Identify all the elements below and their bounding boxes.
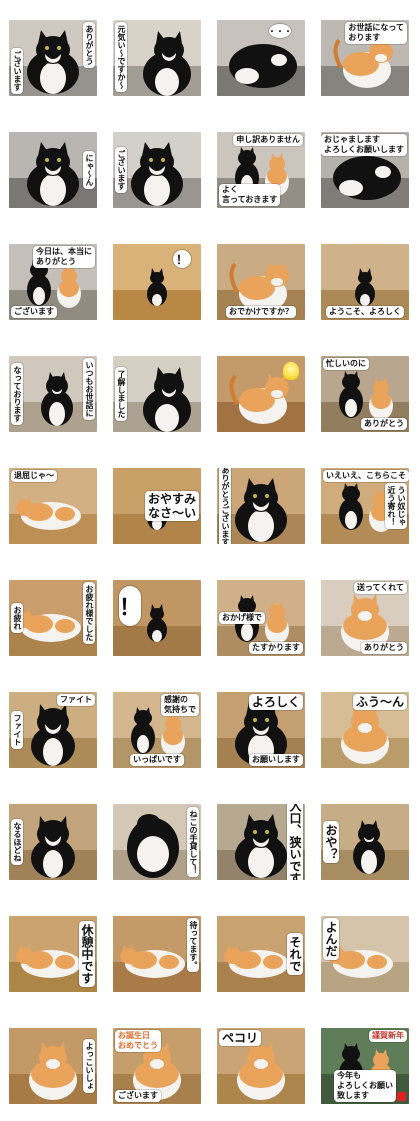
sticker-caption: お疲れ様でした xyxy=(83,582,95,644)
sticker-caption: 謹賀新年 xyxy=(369,1030,407,1042)
sticker-25[interactable]: ファイト ファイト xyxy=(9,692,97,768)
sticker-1[interactable]: ありがとうございます xyxy=(9,20,97,96)
sticker-caption: ありがとうございます xyxy=(219,468,231,544)
sticker-26[interactable]: 感謝の 気持ちでいっぱいです xyxy=(113,692,201,768)
sticker-39[interactable]: ペコリ xyxy=(217,1028,305,1104)
sticker-40[interactable]: 謹賀新年今年も よろしくお願い 致します xyxy=(321,1028,409,1104)
sticker-caption: お世話になって おります xyxy=(345,22,407,44)
sticker-28[interactable]: ふう～ん xyxy=(321,692,409,768)
sticker-10[interactable]: ！ xyxy=(113,244,201,320)
red-seal-stamp xyxy=(397,1092,406,1101)
sticker-caption: ファイト xyxy=(11,711,23,749)
sticker-caption: よっこいしょ xyxy=(83,1039,95,1093)
sticker-caption: いっぱいです xyxy=(130,754,184,766)
sticker-caption: おやすみ なさ～い xyxy=(144,491,199,521)
sticker-caption: 今日は、本当に ありがとう xyxy=(33,246,95,268)
sticker-caption: たすかります xyxy=(249,642,303,654)
sticker-35[interactable]: それで xyxy=(217,916,305,992)
sticker-36[interactable]: よんだ xyxy=(321,916,409,992)
sticker-27[interactable]: よろしくお願いします xyxy=(217,692,305,768)
sticker-caption: 送ってくれて xyxy=(353,582,407,594)
sticker-caption: ファイト xyxy=(57,694,95,706)
speech-bubble: ！ xyxy=(173,250,191,268)
sticker-caption: お誕生日 おめでとう xyxy=(115,1030,161,1052)
sticker-caption: お疲れ xyxy=(11,603,23,633)
sticker-19[interactable]: ありがとうございます xyxy=(217,468,305,544)
sticker-caption: それで xyxy=(287,933,303,975)
sticker-caption: 申し訳ありません xyxy=(233,134,303,146)
sticker-21[interactable]: お疲れ様でした お疲れ xyxy=(9,580,97,656)
sticker-caption: 了解しました xyxy=(115,367,127,421)
sticker-caption: よろしく xyxy=(248,694,303,710)
sticker-caption: ございます xyxy=(11,306,57,318)
sticker-caption: おかげ様で xyxy=(219,612,265,624)
sticker-9[interactable]: 今日は、本当に ありがとうございます xyxy=(9,244,97,320)
speech-bubble: ！ xyxy=(119,586,141,626)
sticker-caption: ペコリ xyxy=(219,1030,262,1046)
sticker-caption: いつもお世話に xyxy=(83,358,95,420)
sticker-caption: お願いします xyxy=(249,754,303,766)
sticker-caption: 退屈じゃ～ xyxy=(11,470,57,482)
sticker-3[interactable]: ・・・ xyxy=(217,20,305,96)
sticker-caption: ねこの手貸して！ xyxy=(187,807,199,877)
sticker-caption: 忙しいのに xyxy=(323,358,369,370)
sticker-caption: なっております xyxy=(11,363,23,425)
sticker-caption: 待ってます。 xyxy=(187,918,199,972)
sticker-caption: ありがとう xyxy=(361,642,407,654)
sticker-24[interactable]: 送ってくれてありがとう xyxy=(321,580,409,656)
sticker-grid: ありがとう ございます 元気い～ですか～ ・・・ お世話になって おります にゃ… xyxy=(0,0,420,1121)
sticker-20[interactable]: いえいえ、こちらこそ うい奴じゃ 近う寄れ！ xyxy=(321,468,409,544)
sticker-38[interactable]: お誕生日 おめでとうございます xyxy=(113,1028,201,1104)
sticker-12[interactable]: ようこそ、よろしく xyxy=(321,244,409,320)
sticker-11[interactable]: おでかけですか？ xyxy=(217,244,305,320)
sticker-8[interactable]: おじゃまします よろしくお願いします xyxy=(321,132,409,208)
sticker-13[interactable]: いつもお世話に なっております xyxy=(9,356,97,432)
sticker-caption: ありがとう xyxy=(83,22,95,68)
sticker-caption: 今年も よろしくお願い 致します xyxy=(334,1070,396,1102)
sticker-7[interactable]: 申し訳ありませんよく 言っておきます xyxy=(217,132,305,208)
sticker-22[interactable]: ！ xyxy=(113,580,201,656)
sticker-caption: うい奴じゃ 近う寄れ！ xyxy=(385,483,407,529)
sticker-32[interactable]: おや？ xyxy=(321,804,409,880)
speech-bubble: ・・・ xyxy=(268,24,292,38)
sticker-caption: 元気い～ですか～ xyxy=(115,22,127,92)
sticker-caption: ようこそ、よろしく xyxy=(326,306,404,318)
sticker-caption: ありがとう xyxy=(361,418,407,430)
sticker-caption: 休憩中です xyxy=(79,921,95,987)
sticker-34[interactable]: 待ってます。 xyxy=(113,916,201,992)
sticker-23[interactable]: おかげ様でたすかります xyxy=(217,580,305,656)
sticker-37[interactable]: よっこいしょ xyxy=(9,1028,97,1104)
sticker-caption: にゃ～ん xyxy=(83,151,95,189)
sticker-caption: よく 言っておきます xyxy=(219,184,281,206)
sticker-2[interactable]: 元気い～ですか～ xyxy=(113,20,201,96)
sticker-16[interactable]: 忙しいのにありがとう xyxy=(321,356,409,432)
lightbulb-icon xyxy=(283,362,299,380)
sticker-17[interactable]: 退屈じゃ～ xyxy=(9,468,97,544)
sticker-caption: ございます xyxy=(115,1090,161,1102)
sticker-caption: 感謝の 気持ちで xyxy=(161,694,199,716)
sticker-18[interactable]: おやすみ なさ～い xyxy=(113,468,201,544)
sticker-caption: いえいえ、こちらこそ xyxy=(323,470,409,482)
sticker-6[interactable]: ございます xyxy=(113,132,201,208)
sticker-caption: おじゃまします よろしくお願いします xyxy=(321,134,407,156)
sticker-31[interactable]: 入口、狭いです xyxy=(217,804,305,880)
sticker-15[interactable] xyxy=(217,356,305,432)
sticker-caption: おや？ xyxy=(323,821,339,863)
sticker-30[interactable]: ねこの手貸して！ xyxy=(113,804,201,880)
sticker-29[interactable]: なるほどね xyxy=(9,804,97,880)
sticker-caption: おでかけですか？ xyxy=(226,306,296,318)
sticker-14[interactable]: 了解しました xyxy=(113,356,201,432)
sticker-4[interactable]: お世話になって おります xyxy=(321,20,409,96)
sticker-caption: よんだ xyxy=(323,918,339,960)
sticker-caption: ふう～ん xyxy=(352,694,407,710)
sticker-caption: 入口、狭いです xyxy=(287,804,303,880)
sticker-caption: ございます xyxy=(11,48,23,94)
sticker-caption: ございます xyxy=(115,147,127,193)
sticker-caption: なるほどね xyxy=(11,819,23,865)
sticker-5[interactable]: にゃ～ん xyxy=(9,132,97,208)
sticker-33[interactable]: 休憩中です xyxy=(9,916,97,992)
